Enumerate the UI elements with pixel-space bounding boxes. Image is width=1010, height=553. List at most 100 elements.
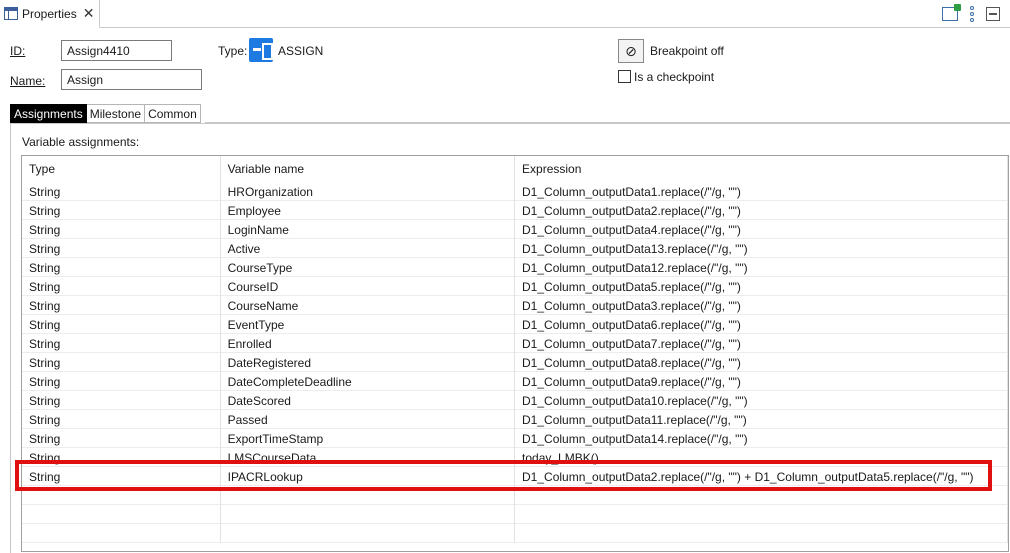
cell-expression: D1_Column_outputData14.replace(/"/g, "") [515,429,1008,448]
cell-type: String [22,296,221,315]
cell-variable-name: Active [221,239,516,258]
cell-type: String [22,372,221,391]
table-row[interactable]: String IPACRLookup D1_Column_outputData2.r… [22,467,1008,486]
minimize-icon[interactable] [986,7,1000,21]
table-row[interactable]: String CourseType D1_Column_outputData12.r… [22,258,1008,277]
table-body: String HROrganization D1_Column_outputData… [22,182,1008,543]
cell-type: String [22,239,221,258]
id-field[interactable] [61,40,172,61]
empty-cell [515,486,1008,505]
close-icon[interactable]: ✕ [83,5,95,22]
pin-editor-icon[interactable] [942,4,961,21]
cell-expression: D1_Column_outputData4.replace(/"/g, "") [515,220,1008,239]
cell-type: String [22,258,221,277]
cell-type: String [22,315,221,334]
cell-type: String [22,334,221,353]
properties-tabs: Assignments Milestone Common [10,104,201,123]
cell-type: String [22,410,221,429]
cell-variable-name: EventType [221,315,516,334]
view-menu-icon[interactable] [970,6,974,22]
name-label: Name: [10,74,46,88]
cell-variable-name: IPACRLookup [221,467,516,486]
cell-variable-name: LoginName [221,220,516,239]
cell-type: String [22,220,221,239]
cell-expression: D1_Column_outputData6.replace(/"/g, "") [515,315,1008,334]
view-tab-bar: Properties ✕ [0,0,1010,28]
cell-type: String [22,467,221,486]
table-row[interactable]: String LMSCourseData today_LMBK() [22,448,1008,467]
cell-expression: D1_Column_outputData8.replace(/"/g, "") [515,353,1008,372]
column-header-variable-name[interactable]: Variable name [221,156,516,182]
cell-variable-name: Enrolled [221,334,516,353]
tab-milestone[interactable]: Milestone [86,104,146,123]
type-label: Type: [218,44,248,58]
empty-row [22,486,1008,505]
cell-variable-name: Passed [221,410,516,429]
column-header-expression[interactable]: Expression [515,156,1008,182]
properties-view-tab[interactable]: Properties ✕ [0,0,100,28]
table-row[interactable]: String Passed D1_Column_outputData11.repla… [22,410,1008,429]
cell-type: String [22,201,221,220]
cell-variable-name: ExportTimeStamp [221,429,516,448]
empty-cell [515,505,1008,524]
column-header-type[interactable]: Type [22,156,221,182]
empty-cell [22,505,221,524]
type-value: ASSIGN [278,44,324,58]
empty-row [22,524,1008,543]
empty-row [22,505,1008,524]
table-row[interactable]: String DateRegistered D1_Column_outputData… [22,353,1008,372]
tab-assignments[interactable]: Assignments [10,104,87,123]
view-tab-label: Properties [22,6,77,21]
table-row[interactable]: String EventType D1_Column_outputData6.rep… [22,315,1008,334]
cell-expression: D1_Column_outputData2.replace(/"/g, "") [515,201,1008,220]
empty-cell [22,486,221,505]
cell-variable-name: Employee [221,201,516,220]
table-row[interactable]: String DateScored D1_Column_outputData10.r… [22,391,1008,410]
table-row[interactable]: String CourseName D1_Column_outputData3.re… [22,296,1008,315]
empty-cell [221,486,516,505]
cell-type: String [22,277,221,296]
table-row[interactable]: String LoginName D1_Column_outputData4.rep… [22,220,1008,239]
cell-variable-name: DateCompleteDeadline [221,372,516,391]
cell-type: String [22,353,221,372]
breakpoint-off-icon[interactable]: ⊘ [618,39,644,63]
cell-expression: D1_Column_outputData5.replace(/"/g, "") [515,277,1008,296]
cell-expression: today_LMBK() [515,448,1008,467]
cell-expression: D1_Column_outputData13.replace(/"/g, "") [515,239,1008,258]
cell-expression: D1_Column_outputData10.replace(/"/g, "") [515,391,1008,410]
cell-expression: D1_Column_outputData9.replace(/"/g, "") [515,372,1008,391]
breakpoint-label: Breakpoint off [650,44,724,58]
cell-expression: D1_Column_outputData3.replace(/"/g, "") [515,296,1008,315]
cell-type: String [22,429,221,448]
cell-variable-name: CourseID [221,277,516,296]
table-row[interactable]: String ExportTimeStamp D1_Column_outputDat… [22,429,1008,448]
cell-variable-name: DateScored [221,391,516,410]
table-row[interactable]: String DateCompleteDeadline D1_Column_outp… [22,372,1008,391]
table-row[interactable]: String Enrolled D1_Column_outputData7.repl… [22,334,1008,353]
cell-expression: D1_Column_outputData1.replace(/"/g, "") [515,182,1008,201]
cell-expression: D1_Column_outputData12.replace(/"/g, "") [515,258,1008,277]
checkpoint-label: Is a checkpoint [634,70,715,84]
empty-cell [221,505,516,524]
cell-variable-name: HROrganization [221,182,516,201]
checkpoint-checkbox[interactable] [618,70,631,83]
section-label: Variable assignments: [22,135,140,149]
name-field[interactable] [61,69,202,90]
cell-variable-name: DateRegistered [221,353,516,372]
cell-type: String [22,391,221,410]
table-row[interactable]: String Employee D1_Column_outputData2.repl… [22,201,1008,220]
view-toolbar [942,4,1000,22]
properties-view-icon [4,7,18,20]
cell-variable-name: CourseName [221,296,516,315]
cell-variable-name: CourseType [221,258,516,277]
empty-cell [515,524,1008,543]
table-row[interactable]: String HROrganization D1_Column_outputData… [22,182,1008,201]
assignments-table: Type Variable name Expression String HROr… [21,155,1009,552]
table-row[interactable]: String Active D1_Column_outputData13.repla… [22,239,1008,258]
assign-icon [249,38,273,62]
table-row[interactable]: String CourseID D1_Column_outputData5.repl… [22,277,1008,296]
tab-common[interactable]: Common [145,104,201,123]
cell-expression: D1_Column_outputData2.replace(/"/g, "") … [515,467,1008,486]
cell-type: String [22,448,221,467]
id-label: ID: [10,44,26,58]
